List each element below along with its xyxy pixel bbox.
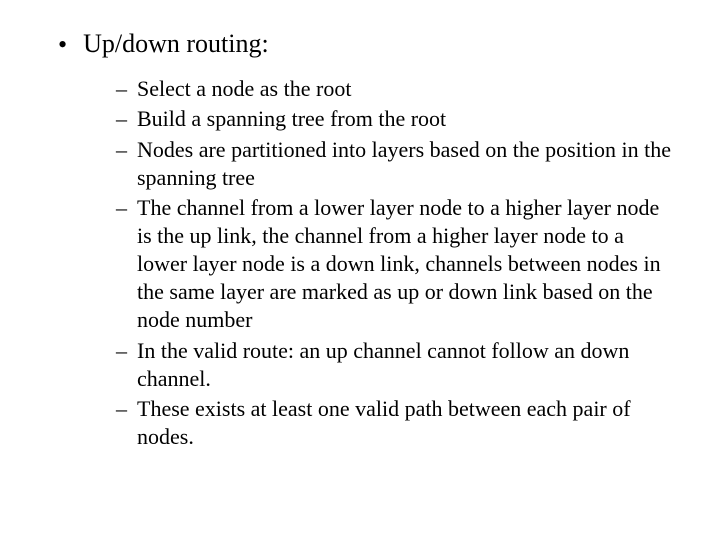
sub-bullet-text: In the valid route: an up channel cannot… (137, 337, 677, 393)
main-bullet: • Up/down routing: (58, 28, 680, 59)
sub-bullet-text: Nodes are partitioned into layers based … (137, 136, 677, 192)
sub-bullet-text: These exists at least one valid path bet… (137, 395, 677, 451)
dash-icon: – (116, 395, 127, 423)
sub-bullet-text: Build a spanning tree from the root (137, 105, 446, 133)
dash-icon: – (116, 75, 127, 103)
slide-content: • Up/down routing: – Select a node as th… (40, 28, 680, 451)
bullet-dot-icon: • (58, 29, 67, 60)
sub-bullet-item: – Build a spanning tree from the root (116, 105, 680, 133)
dash-icon: – (116, 136, 127, 164)
dash-icon: – (116, 194, 127, 222)
dash-icon: – (116, 337, 127, 365)
sub-bullet-list: – Select a node as the root – Build a sp… (116, 75, 680, 451)
main-bullet-text: Up/down routing: (83, 28, 269, 59)
sub-bullet-item: – In the valid route: an up channel cann… (116, 337, 680, 393)
sub-bullet-text: Select a node as the root (137, 75, 351, 103)
sub-bullet-item: – Nodes are partitioned into layers base… (116, 136, 680, 192)
sub-bullet-item: – Select a node as the root (116, 75, 680, 103)
sub-bullet-text: The channel from a lower layer node to a… (137, 194, 677, 335)
sub-bullet-item: – These exists at least one valid path b… (116, 395, 680, 451)
sub-bullet-item: – The channel from a lower layer node to… (116, 194, 680, 335)
dash-icon: – (116, 105, 127, 133)
